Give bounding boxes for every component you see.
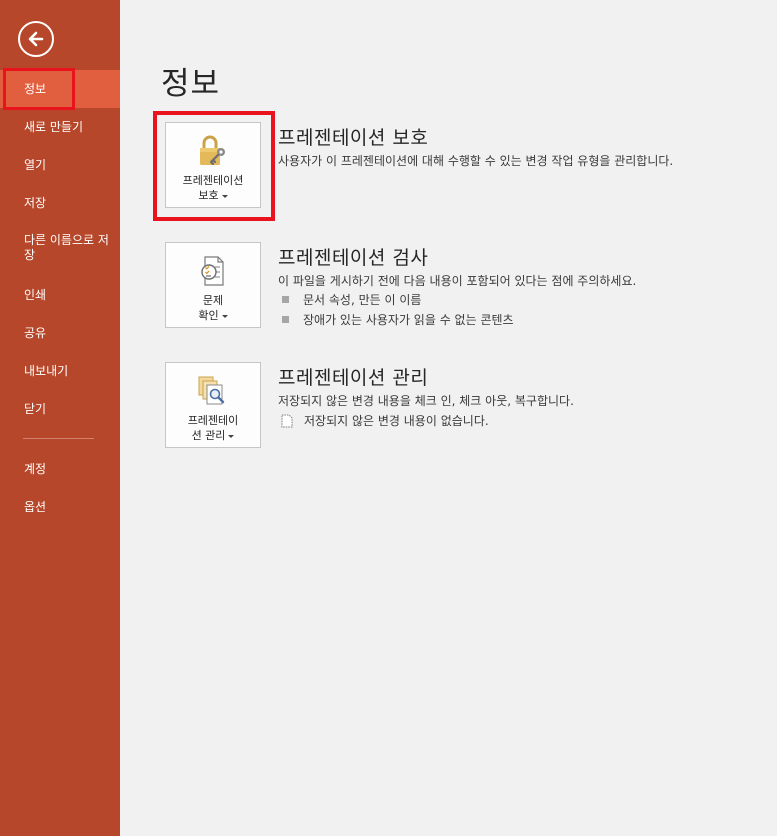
protect-presentation-button[interactable]: 프레젠테이션 보호 [165, 122, 261, 208]
nav-item-label: 내보내기 [24, 364, 69, 378]
nav-item-save-as[interactable]: 다른 이름으로 저장 [0, 233, 110, 263]
nav-item-open[interactable]: 열기 [0, 158, 120, 173]
tile-label: 프레젠테이 션 관리 [187, 414, 239, 442]
lock-key-icon [195, 133, 231, 169]
nav-item-label: 인쇄 [24, 288, 47, 302]
nav-item-save[interactable]: 저장 [0, 196, 120, 211]
nav-item-label: 새로 만들기 [24, 120, 84, 134]
section-title-protect: 프레젠테이션 보호 [278, 127, 429, 149]
nav-item-label: 옵션 [24, 500, 47, 514]
nav-item-close[interactable]: 닫기 [0, 402, 120, 417]
back-button[interactable] [18, 21, 54, 57]
tile-label: 문제 확인 [198, 293, 228, 323]
manage-presentation-button[interactable]: 프레젠테이 션 관리 [165, 362, 261, 448]
section-title-inspect: 프레젠테이션 검사 [278, 247, 429, 269]
page-title: 정보 [161, 66, 221, 102]
nav-item-new[interactable]: 새로 만들기 [0, 120, 120, 135]
nav-item-label: 열기 [24, 158, 47, 172]
nav-item-label: 정보 [24, 81, 47, 96]
section-desc-protect: 사용자가 이 프레젠테이션에 대해 수행할 수 있는 변경 작업 유형을 관리합… [278, 154, 674, 168]
nav-item-label: 닫기 [24, 402, 47, 416]
nav-item-label: 계정 [24, 462, 47, 476]
section-desc-manage: 저장되지 않은 변경 내용을 체크 인, 체크 아웃, 복구합니다. [278, 394, 574, 408]
arrow-left-icon [28, 31, 44, 47]
nav-item-export[interactable]: 내보내기 [0, 364, 120, 379]
bullet-icon [282, 316, 289, 323]
chevron-down-icon [228, 434, 235, 438]
unsaved-changes-note: 저장되지 않은 변경 내용이 없습니다. [280, 412, 489, 429]
nav-item-print[interactable]: 인쇄 [0, 288, 120, 303]
chevron-down-icon [221, 194, 228, 198]
chevron-down-icon [221, 314, 228, 318]
document-icon [281, 414, 293, 427]
nav-item-info[interactable]: 정보 [0, 70, 120, 108]
list-item: 장애가 있는 사용자가 읽을 수 없는 콘텐츠 [282, 311, 514, 328]
nav-item-share[interactable]: 공유 [0, 326, 120, 341]
nav-item-label: 공유 [24, 326, 47, 340]
nav-divider [23, 438, 94, 439]
nav-item-options[interactable]: 옵션 [0, 500, 120, 515]
tile-label: 프레젠테이션 보호 [182, 174, 244, 202]
backstage-sidebar: 정보 새로 만들기 열기 저장 다른 이름으로 저장 인쇄 공유 내보내기 닫기… [0, 0, 120, 836]
nav-item-label: 저장 [24, 196, 47, 210]
section-desc-inspect: 이 파일을 게시하기 전에 다음 내용이 포함되어 있다는 점에 주의하세요. [278, 274, 637, 288]
manage-versions-icon [195, 373, 231, 409]
section-title-manage: 프레젠테이션 관리 [278, 367, 429, 389]
nav-item-label: 다른 이름으로 저장 [24, 233, 109, 262]
nav-item-account[interactable]: 계정 [0, 462, 120, 477]
inspect-checklist-icon [195, 253, 231, 289]
check-issues-button[interactable]: 문제 확인 [165, 242, 261, 328]
list-item: 문서 속성, 만든 이 이름 [282, 291, 421, 308]
bullet-icon [282, 296, 289, 303]
